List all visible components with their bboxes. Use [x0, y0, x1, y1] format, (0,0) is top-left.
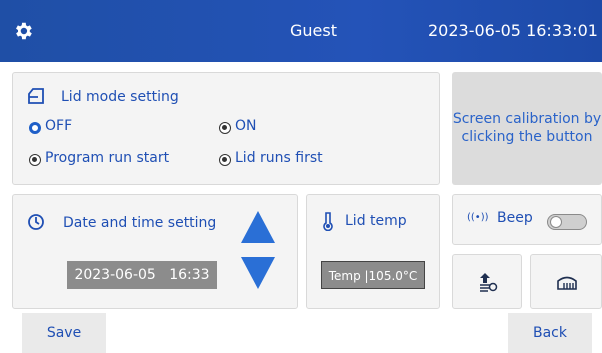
lid-temp-title: Lid temp	[345, 213, 407, 229]
date-value: 2023-06-05	[74, 267, 156, 283]
temp-value: 105.0°C	[368, 269, 418, 283]
upload-settings-button[interactable]	[452, 254, 522, 309]
beep-panel: ((•)) Beep	[452, 194, 602, 245]
clock-icon	[28, 214, 44, 230]
date-time-panel: Date and time setting 2023-06-05 16:33	[12, 194, 298, 309]
user-label: Guest	[290, 21, 337, 40]
beep-label: Beep	[497, 210, 533, 226]
screen-calibration-button[interactable]: Screen calibration by clicking the butto…	[452, 72, 602, 185]
back-button[interactable]: Back	[508, 313, 592, 353]
beep-toggle-knob	[550, 216, 562, 228]
radio-lid-runs-first-label[interactable]: Lid runs first	[235, 150, 323, 166]
decrement-arrow-icon[interactable]	[241, 257, 275, 289]
lid-temp-panel: Lid temp Temp |105.0°C	[306, 194, 440, 309]
radio-on-label[interactable]: ON	[235, 118, 257, 134]
lid-icon	[28, 88, 44, 104]
radio-off-label[interactable]: OFF	[45, 118, 72, 134]
lid-heater-icon	[557, 276, 577, 290]
lid-mode-panel: Lid mode setting OFF ON Program run star…	[12, 72, 440, 185]
increment-arrow-icon[interactable]	[241, 211, 275, 243]
calibration-line1: Screen calibration by	[452, 111, 602, 127]
sound-waves-icon: ((•))	[467, 212, 489, 223]
radio-program-run-start-label[interactable]: Program run start	[45, 150, 169, 166]
gear-icon[interactable]	[12, 20, 34, 42]
date-time-title: Date and time setting	[63, 215, 217, 231]
radio-off[interactable]	[29, 122, 41, 134]
header-datetime: 2023-06-05 16:33:01	[428, 21, 598, 40]
radio-program-run-start[interactable]	[29, 154, 41, 166]
lid-temp-field[interactable]: Temp |105.0°C	[321, 261, 425, 289]
lid-heater-button[interactable]	[530, 254, 602, 309]
save-button[interactable]: Save	[22, 313, 106, 353]
thermometer-icon	[323, 212, 333, 231]
radio-lid-runs-first[interactable]	[219, 154, 231, 166]
upload-settings-icon	[480, 273, 498, 292]
date-time-field[interactable]: 2023-06-05 16:33	[67, 261, 217, 289]
lid-mode-title: Lid mode setting	[61, 89, 179, 105]
temp-label: Temp	[328, 269, 361, 283]
time-value: 16:33	[169, 267, 210, 283]
top-bar: Guest 2023-06-05 16:33:01	[0, 0, 602, 62]
calibration-line2: clicking the button	[461, 129, 593, 145]
radio-on[interactable]	[219, 122, 231, 134]
beep-toggle[interactable]	[547, 214, 587, 230]
calibration-text: Screen calibration by clicking the butto…	[452, 110, 602, 146]
